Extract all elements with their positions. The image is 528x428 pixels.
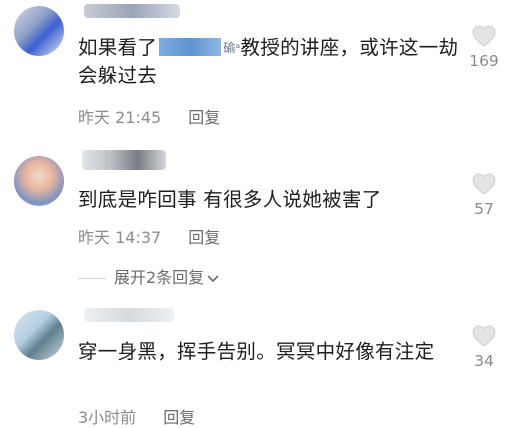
avatar-blurred [14,156,64,206]
avatar[interactable] [14,310,64,360]
reply-button[interactable]: 回复 [163,404,195,428]
avatar[interactable] [14,6,64,56]
redacted-name [159,38,222,56]
comment-meta: 昨天 21:45 回复 [78,104,220,128]
heart-outline-icon [472,173,496,195]
comment-text: 如果看了 䃋ᵃ教授的讲座，或许这一劫会躲过去 [78,34,463,90]
chevron-down-icon [207,274,219,282]
reply-button[interactable]: 回复 [188,104,220,128]
reply-button[interactable]: 回复 [188,224,220,248]
comment-meta: 昨天 14:37 回复 [78,224,220,248]
username-blurred [84,4,180,18]
divider [78,278,106,279]
like-count: 34 [474,352,494,370]
avatar-blurred [14,310,64,360]
like-button[interactable]: 57 [464,172,504,218]
avatar[interactable] [14,156,64,206]
comment-time: 3小时前 [78,408,137,427]
username-blurred [82,150,166,170]
redaction-artifact: 䃋ᵃ [223,41,241,55]
heart-outline-icon [472,325,496,347]
expand-replies-label: 展开2条回复 [114,268,205,287]
like-count: 57 [474,200,494,218]
like-button[interactable]: 169 [464,24,504,70]
like-count: 169 [469,52,499,70]
comment-text: 到底是咋回事 有很多人说她被害了 [78,188,382,211]
comment-time: 昨天 21:45 [78,108,162,127]
comment-text-part-1: 如果看了 [78,36,158,59]
like-button[interactable]: 34 [464,324,504,370]
comment-text: 穿一身黑，挥手告别。冥冥中好像有注定 [78,340,435,363]
comment-time: 昨天 14:37 [78,228,162,247]
username-blurred [84,308,174,322]
comment-meta: 3小时前 回复 [78,404,195,428]
heart-outline-icon [472,25,496,47]
avatar-blurred [14,6,64,56]
expand-replies-button[interactable]: 展开2条回复 [78,264,220,288]
